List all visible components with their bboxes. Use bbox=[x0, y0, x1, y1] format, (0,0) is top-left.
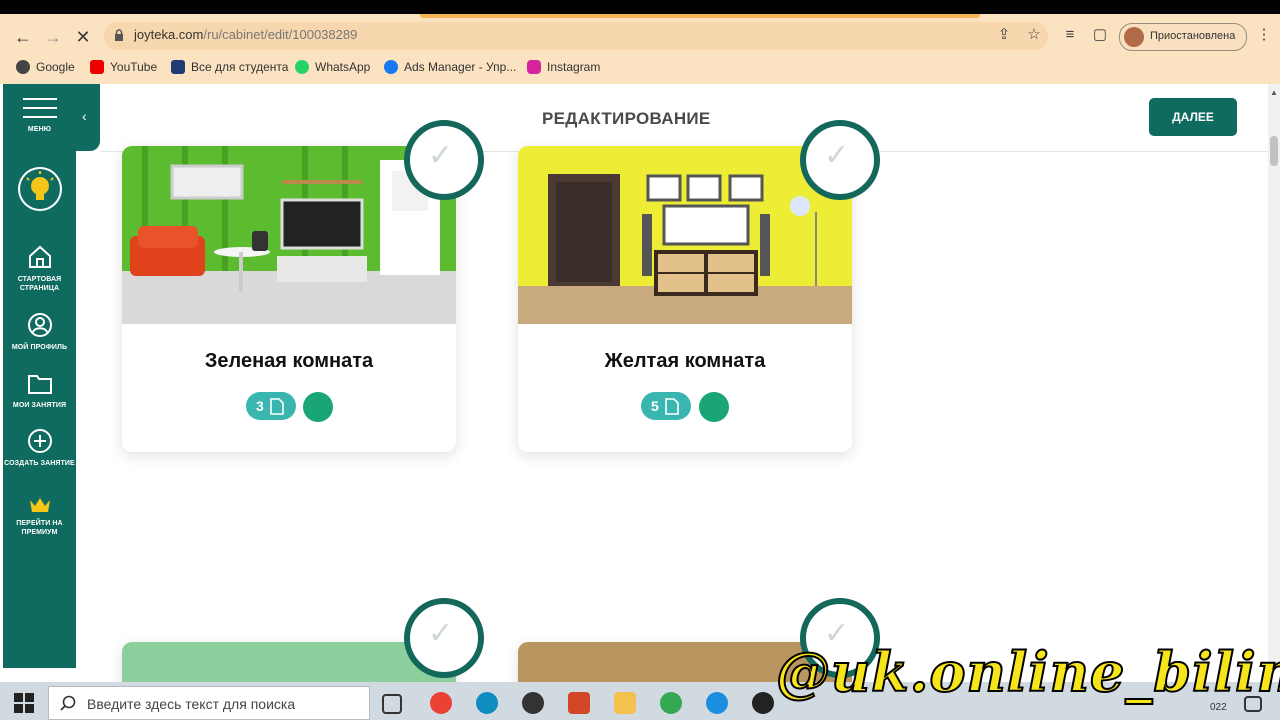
bookmark-label: Google bbox=[36, 60, 75, 74]
check-circle-icon[interactable]: ✓ bbox=[800, 120, 880, 200]
logo bbox=[3, 166, 76, 217]
stop-icon[interactable]: ✕ bbox=[72, 26, 94, 48]
card-title: Зеленая комната bbox=[204, 350, 374, 372]
plus-circle-icon bbox=[27, 429, 52, 453]
bookmark-label: Instagram bbox=[547, 60, 601, 74]
url-text[interactable]: joyteka.com/ru/cabinet/edit/100038289 bbox=[134, 27, 357, 42]
avatar bbox=[1124, 27, 1144, 47]
scrollbar[interactable]: ▲ bbox=[1268, 84, 1280, 668]
scrollbar-thumb[interactable] bbox=[1270, 136, 1278, 166]
page-title: РЕДАКТИРОВАНИЕ bbox=[542, 109, 711, 128]
sidebar-item-label: ПЕРЕЙТИ НА ПРЕМИУМ bbox=[16, 520, 63, 536]
chrome-icon[interactable] bbox=[660, 692, 682, 714]
check-circle-icon[interactable]: ✓ bbox=[404, 598, 484, 678]
lock-icon bbox=[115, 29, 123, 41]
task-count: 3 bbox=[256, 398, 264, 414]
arduino-icon[interactable] bbox=[476, 692, 498, 714]
bookmark-label: Все для студента bbox=[191, 60, 289, 74]
url-path: /ru/cabinet/edit/100038289 bbox=[203, 27, 358, 42]
bookmark-label: Ads Manager - Упр... bbox=[404, 60, 517, 74]
task-count-badge: 3 bbox=[246, 392, 296, 420]
hamburger-icon bbox=[22, 98, 57, 118]
lightbulb-icon bbox=[17, 167, 62, 211]
taskbar-search[interactable]: Введите здесь текст для поиска bbox=[48, 686, 370, 720]
status-dot bbox=[699, 392, 729, 422]
color-app-icon[interactable] bbox=[522, 692, 544, 714]
google-icon bbox=[16, 60, 30, 74]
user-icon bbox=[27, 313, 52, 337]
sidebar-item-profile[interactable]: МОЙ ПРОФИЛЬ bbox=[3, 312, 76, 352]
sidebar-item-label: СТАРТОВАЯ СТРАНИЦА bbox=[17, 276, 62, 292]
edge-icon[interactable] bbox=[706, 692, 728, 714]
file-explorer-icon[interactable] bbox=[614, 692, 636, 714]
document-icon bbox=[665, 398, 679, 415]
sidebar-item-home[interactable]: СТАРТОВАЯ СТРАНИЦА bbox=[3, 244, 76, 293]
folder-icon bbox=[27, 375, 52, 394]
share-icon[interactable]: ⇪ bbox=[996, 27, 1012, 43]
bookmark-google[interactable]: Google bbox=[16, 58, 75, 76]
t-icon bbox=[171, 60, 185, 74]
bookmark-student[interactable]: Все для студента bbox=[171, 58, 288, 76]
crown-icon bbox=[29, 498, 50, 512]
profile-button[interactable]: Приостановлена bbox=[1119, 23, 1247, 51]
bookmark-label: YouTube bbox=[110, 60, 158, 74]
screen: ← → ✕ joyteka.com/ru/cabinet/edit/100038… bbox=[0, 14, 1280, 720]
check-circle-icon[interactable]: ✓ bbox=[404, 120, 484, 200]
card-title: Желтая комната bbox=[604, 350, 766, 372]
sidebar-item-label: МОИ ЗАНЯТИЯ bbox=[12, 402, 67, 409]
sidebar-item-lessons[interactable]: МОИ ЗАНЯТИЯ bbox=[3, 372, 76, 410]
bookmark-ads-manager[interactable]: Ads Manager - Упр... bbox=[384, 58, 516, 76]
home-icon bbox=[28, 245, 51, 268]
powerpoint-icon[interactable] bbox=[568, 692, 590, 714]
profile-status: Приостановлена bbox=[1150, 30, 1236, 42]
reading-list-icon[interactable]: ≡ bbox=[1062, 27, 1078, 43]
collapse-sidebar-button[interactable]: ‹ bbox=[76, 84, 100, 151]
room-card-yellow[interactable]: Желтая комната 5 bbox=[518, 146, 852, 452]
chevron-left-icon: ‹ bbox=[82, 108, 87, 124]
bookmark-whatsapp[interactable]: WhatsApp bbox=[295, 58, 370, 76]
back-icon[interactable]: ← bbox=[12, 26, 34, 48]
task-count-badge: 5 bbox=[641, 392, 691, 420]
bookmark-label: WhatsApp bbox=[315, 60, 371, 74]
more-icon[interactable]: ⋮ bbox=[1256, 27, 1272, 43]
search-icon bbox=[60, 695, 76, 711]
windows-start-icon[interactable] bbox=[14, 693, 34, 713]
bookmark-instagram[interactable]: Instagram bbox=[527, 58, 600, 76]
search-placeholder: Введите здесь текст для поиска bbox=[87, 696, 296, 712]
bookmark-youtube[interactable]: YouTube bbox=[90, 58, 157, 76]
tab-loading-bar bbox=[420, 14, 980, 18]
chrome-profile-icon[interactable] bbox=[430, 692, 452, 714]
instagram-icon bbox=[527, 60, 541, 74]
status-dot bbox=[303, 392, 333, 422]
sidebar-item-premium[interactable]: ПЕРЕЙТИ НА ПРЕМИУМ bbox=[3, 496, 76, 537]
sidebar-item-label: СОЗДАТЬ ЗАНЯТИЕ bbox=[4, 460, 75, 467]
sidepanel-icon[interactable]: ▢ bbox=[1092, 27, 1108, 43]
url-host: joyteka.com bbox=[134, 27, 204, 42]
watermark: @uk.online_bilim bbox=[775, 639, 1280, 705]
task-view-icon[interactable] bbox=[382, 694, 402, 714]
youtube-icon bbox=[90, 60, 104, 74]
scroll-up-icon[interactable]: ▲ bbox=[1270, 88, 1278, 97]
whatsapp-icon bbox=[295, 60, 309, 74]
facebook-icon bbox=[384, 60, 398, 74]
record-icon[interactable] bbox=[752, 692, 774, 714]
menu-button[interactable]: МЕНЮ bbox=[3, 96, 76, 134]
forward-icon[interactable]: → bbox=[42, 26, 64, 48]
sidebar-item-create[interactable]: СОЗДАТЬ ЗАНЯТИЕ bbox=[3, 428, 76, 468]
room-card-green[interactable]: Зеленая комната 3 bbox=[122, 146, 456, 452]
document-icon bbox=[270, 398, 284, 415]
browser-toolbar: ← → ✕ joyteka.com/ru/cabinet/edit/100038… bbox=[0, 14, 1280, 84]
star-icon[interactable]: ☆ bbox=[1026, 27, 1042, 43]
next-button[interactable]: ДАЛЕЕ bbox=[1149, 98, 1237, 136]
sidebar-item-label: МОЙ ПРОФИЛЬ bbox=[11, 344, 68, 351]
task-count: 5 bbox=[651, 398, 659, 414]
menu-label: МЕНЮ bbox=[27, 126, 52, 133]
